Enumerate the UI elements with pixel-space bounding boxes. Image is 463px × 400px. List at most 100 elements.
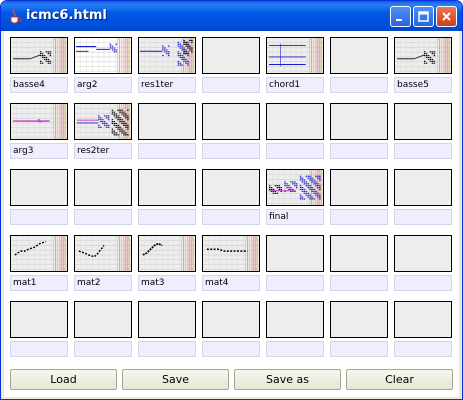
grid-cell[interactable]	[394, 103, 452, 161]
grid-cell[interactable]	[394, 301, 452, 359]
grid-cell[interactable]	[202, 103, 260, 161]
score-thumbnail[interactable]	[202, 235, 260, 272]
cell-label[interactable]	[330, 341, 388, 357]
empty-thumbnail[interactable]	[10, 301, 68, 338]
save-as-button[interactable]: Save as	[234, 369, 341, 390]
save-button[interactable]: Save	[122, 369, 229, 390]
grid-cell[interactable]: chord1	[266, 37, 324, 95]
empty-thumbnail[interactable]	[394, 103, 452, 140]
empty-thumbnail[interactable]	[330, 37, 388, 74]
cell-label[interactable]	[266, 275, 324, 291]
empty-thumbnail[interactable]	[202, 103, 260, 140]
cell-label[interactable]	[74, 341, 132, 357]
grid-cell[interactable]	[74, 169, 132, 227]
grid-cell[interactable]	[330, 235, 388, 293]
load-button[interactable]: Load	[10, 369, 117, 390]
cell-label[interactable]	[138, 341, 196, 357]
empty-thumbnail[interactable]	[138, 301, 196, 338]
grid-cell[interactable]	[266, 235, 324, 293]
empty-thumbnail[interactable]	[330, 301, 388, 338]
grid-cell[interactable]: arg2	[74, 37, 132, 95]
cell-label[interactable]: chord1	[266, 77, 324, 93]
score-thumbnail[interactable]	[138, 37, 196, 74]
score-thumbnail[interactable]	[74, 235, 132, 272]
empty-thumbnail[interactable]	[266, 235, 324, 272]
cell-label[interactable]	[394, 275, 452, 291]
grid-cell[interactable]	[138, 103, 196, 161]
cell-label[interactable]	[202, 209, 260, 225]
grid-cell[interactable]	[394, 235, 452, 293]
cell-label[interactable]	[394, 341, 452, 357]
cell-label[interactable]	[330, 209, 388, 225]
grid-cell[interactable]	[202, 169, 260, 227]
grid-cell[interactable]: basse5	[394, 37, 452, 95]
cell-label[interactable]	[74, 209, 132, 225]
grid-cell[interactable]	[266, 103, 324, 161]
grid-cell[interactable]	[74, 301, 132, 359]
cell-label[interactable]	[330, 275, 388, 291]
close-button[interactable]	[436, 6, 457, 27]
grid-cell[interactable]	[266, 301, 324, 359]
empty-thumbnail[interactable]	[138, 103, 196, 140]
grid-cell[interactable]: mat3	[138, 235, 196, 293]
grid-cell[interactable]: res1ter	[138, 37, 196, 95]
score-thumbnail[interactable]	[10, 37, 68, 74]
cell-label[interactable]	[394, 209, 452, 225]
cell-label[interactable]	[10, 209, 68, 225]
grid-cell[interactable]: final	[266, 169, 324, 227]
empty-thumbnail[interactable]	[138, 169, 196, 206]
cell-label[interactable]: basse4	[10, 77, 68, 93]
cell-label[interactable]	[202, 143, 260, 159]
grid-cell[interactable]	[330, 301, 388, 359]
minimize-button[interactable]	[390, 6, 411, 27]
empty-thumbnail[interactable]	[394, 235, 452, 272]
score-thumbnail[interactable]	[74, 103, 132, 140]
cell-label[interactable]	[394, 143, 452, 159]
cell-label[interactable]	[202, 341, 260, 357]
cell-label[interactable]: arg2	[74, 77, 132, 93]
grid-cell[interactable]	[10, 169, 68, 227]
empty-thumbnail[interactable]	[202, 169, 260, 206]
maximize-button[interactable]	[413, 6, 434, 27]
empty-thumbnail[interactable]	[74, 301, 132, 338]
grid-cell[interactable]: mat1	[10, 235, 68, 293]
grid-cell[interactable]	[330, 169, 388, 227]
grid-cell[interactable]	[138, 301, 196, 359]
empty-thumbnail[interactable]	[394, 169, 452, 206]
cell-label[interactable]	[330, 77, 388, 93]
clear-button[interactable]: Clear	[346, 369, 453, 390]
cell-label[interactable]: mat4	[202, 275, 260, 291]
empty-thumbnail[interactable]	[330, 169, 388, 206]
cell-label[interactable]: mat3	[138, 275, 196, 291]
score-thumbnail[interactable]	[74, 37, 132, 74]
cell-label[interactable]: mat1	[10, 275, 68, 291]
empty-thumbnail[interactable]	[394, 301, 452, 338]
empty-thumbnail[interactable]	[202, 301, 260, 338]
score-thumbnail[interactable]	[10, 103, 68, 140]
grid-cell[interactable]	[138, 169, 196, 227]
score-thumbnail[interactable]	[10, 235, 68, 272]
grid-cell[interactable]	[330, 103, 388, 161]
cell-label[interactable]	[202, 77, 260, 93]
cell-label[interactable]	[266, 143, 324, 159]
empty-thumbnail[interactable]	[330, 103, 388, 140]
cell-label[interactable]: arg3	[10, 143, 68, 159]
score-thumbnail[interactable]	[266, 37, 324, 74]
cell-label[interactable]: mat2	[74, 275, 132, 291]
cell-label[interactable]: basse5	[394, 77, 452, 93]
cell-label[interactable]	[330, 143, 388, 159]
score-thumbnail[interactable]	[138, 235, 196, 272]
grid-cell[interactable]: arg3	[10, 103, 68, 161]
empty-thumbnail[interactable]	[10, 169, 68, 206]
empty-thumbnail[interactable]	[74, 169, 132, 206]
empty-thumbnail[interactable]	[202, 37, 260, 74]
grid-cell[interactable]: mat2	[74, 235, 132, 293]
grid-cell[interactable]	[330, 37, 388, 95]
empty-thumbnail[interactable]	[266, 301, 324, 338]
cell-label[interactable]: res1ter	[138, 77, 196, 93]
grid-cell[interactable]: mat4	[202, 235, 260, 293]
grid-cell[interactable]	[10, 301, 68, 359]
grid-cell[interactable]: res2ter	[74, 103, 132, 161]
cell-label[interactable]	[138, 209, 196, 225]
cell-label[interactable]	[138, 143, 196, 159]
